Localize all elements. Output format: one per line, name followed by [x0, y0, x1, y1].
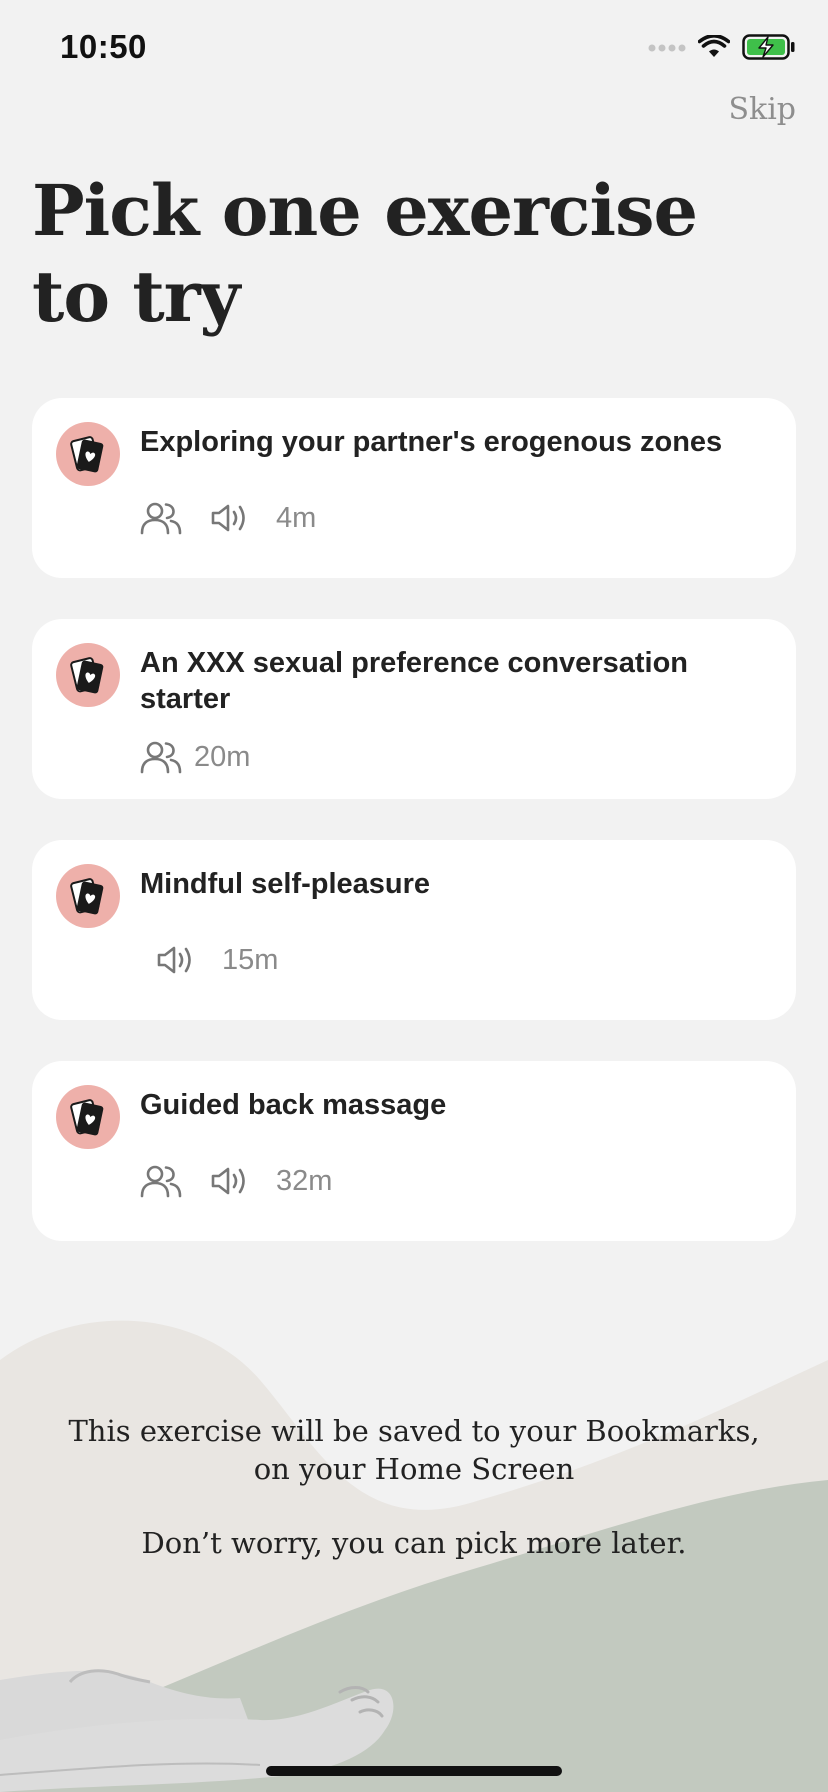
status-time: 10:50: [60, 28, 147, 65]
exercise-meta: 32m: [140, 1161, 332, 1201]
exercise-title: Guided back massage: [140, 1089, 447, 1121]
people-icon: [140, 740, 194, 774]
exercise-title: An XXX sexual preference conversation st…: [140, 647, 688, 715]
people-icon: [140, 501, 210, 535]
exercise-meta: 20m: [140, 737, 250, 777]
status-icons: [648, 33, 796, 65]
exercise-duration: 20m: [194, 740, 251, 773]
speaker-icon: [156, 944, 222, 976]
saved-note: This exercise will be saved to your Book…: [68, 1414, 760, 1486]
exercise-card[interactable]: Guided back massage 32m: [32, 1061, 796, 1241]
signal-icon: [648, 40, 686, 58]
cards-icon: [56, 643, 120, 707]
exercise-meta: 4m: [140, 498, 316, 538]
exercise-title: Exploring your partner's erogenous zones: [140, 426, 723, 458]
exercise-card[interactable]: Mindful self-pleasure 15m: [32, 840, 796, 1020]
reassurance-note: Don’t worry, you can pick more later.: [141, 1526, 687, 1560]
cards-icon: [56, 422, 120, 486]
exercise-duration: 4m: [276, 501, 317, 534]
exercise-meta: 15m: [156, 940, 278, 980]
exercise-card[interactable]: Exploring your partner's erogenous zones…: [32, 398, 796, 578]
wifi-icon: [697, 33, 731, 64]
speaker-icon: [210, 1165, 276, 1197]
speaker-icon: [210, 502, 276, 534]
page-title: Pick one exercise to try: [32, 169, 698, 338]
exercise-title: Mindful self-pleasure: [140, 868, 431, 900]
exercise-duration: 15m: [222, 943, 279, 976]
people-icon: [140, 1164, 210, 1198]
exercise-duration: 32m: [276, 1164, 333, 1197]
status-bar: 10:50: [0, 0, 828, 100]
cards-icon: [56, 1085, 120, 1149]
home-indicator[interactable]: [266, 1766, 562, 1776]
cards-icon: [56, 864, 120, 928]
exercise-card[interactable]: An XXX sexual preference conversation st…: [32, 619, 796, 799]
battery-icon: [742, 33, 796, 65]
skip-button[interactable]: Skip: [728, 92, 796, 127]
